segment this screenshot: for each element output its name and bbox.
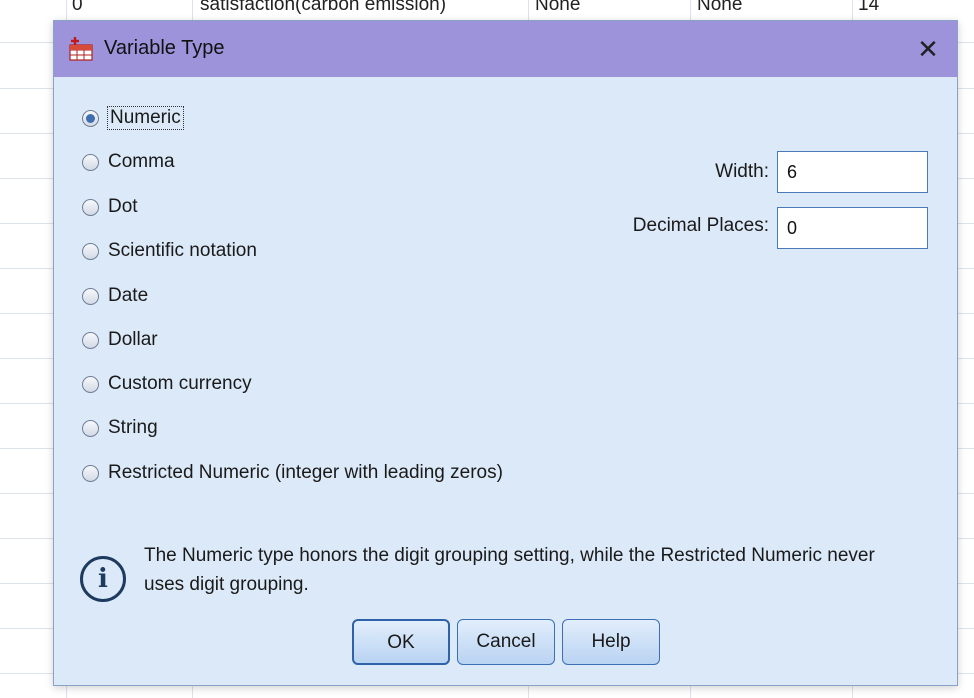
radio-string[interactable]: String [82,415,158,441]
radio-button[interactable] [82,153,99,171]
radio-label-numeric: Numeric [107,106,184,130]
radio-dot[interactable]: Dot [82,194,138,220]
radio-date[interactable]: Date [82,283,148,309]
radio-button[interactable] [82,331,99,349]
radio-button[interactable] [82,198,99,216]
grid-cell: satisfaction(carbon emission) [200,0,447,15]
close-icon: ✕ [917,34,939,64]
radio-label-dollar: Dollar [108,329,158,350]
radio-button[interactable] [82,242,99,260]
radio-label-string: String [108,417,158,438]
radio-label-date: Date [108,285,149,306]
grid-cell: 0 [72,0,83,15]
decimal-places-label: Decimal Places: [632,215,769,236]
radio-button[interactable] [82,419,99,437]
radio-scientific-notation[interactable]: Scientific notation [82,238,257,264]
radio-button[interactable] [82,287,99,305]
cancel-button[interactable]: Cancel [457,619,555,665]
radio-label-restricted-numeric: Restricted Numeric (integer with leading… [108,462,503,483]
width-input[interactable] [777,151,928,193]
radio-label-scientific-notation: Scientific notation [108,240,257,261]
radio-button[interactable] [82,464,99,482]
radio-dollar[interactable]: Dollar [82,327,158,353]
width-label: Width: [715,161,769,182]
help-button[interactable]: Help [562,619,660,665]
dialog-titlebar[interactable]: Variable Type ✕ [54,21,957,77]
grid-cell: 14 [858,0,880,15]
variable-type-dialog: Variable Type ✕ Numeric Comma Dot Scient… [53,20,958,686]
radio-numeric[interactable]: Numeric [82,105,184,131]
radio-restricted-numeric[interactable]: Restricted Numeric (integer with leading… [82,460,503,486]
radio-custom-currency[interactable]: Custom currency [82,371,252,397]
radio-button[interactable] [82,375,99,393]
info-message: The Numeric type honors the digit groupi… [144,545,875,595]
dialog-title: Variable Type [104,37,225,59]
grid-cell: None [697,0,743,15]
grid-cell: None [535,0,581,15]
radio-label-custom-currency: Custom currency [108,373,252,394]
info-icon: i [80,556,126,602]
radio-comma[interactable]: Comma [82,149,175,175]
radio-label-comma: Comma [108,151,175,172]
close-button[interactable]: ✕ [913,35,943,63]
radio-label-dot: Dot [108,196,138,217]
ok-button[interactable]: OK [352,619,450,665]
decimal-places-input[interactable] [777,207,928,249]
radio-button-checked[interactable] [82,109,99,127]
variable-type-icon [69,37,93,61]
